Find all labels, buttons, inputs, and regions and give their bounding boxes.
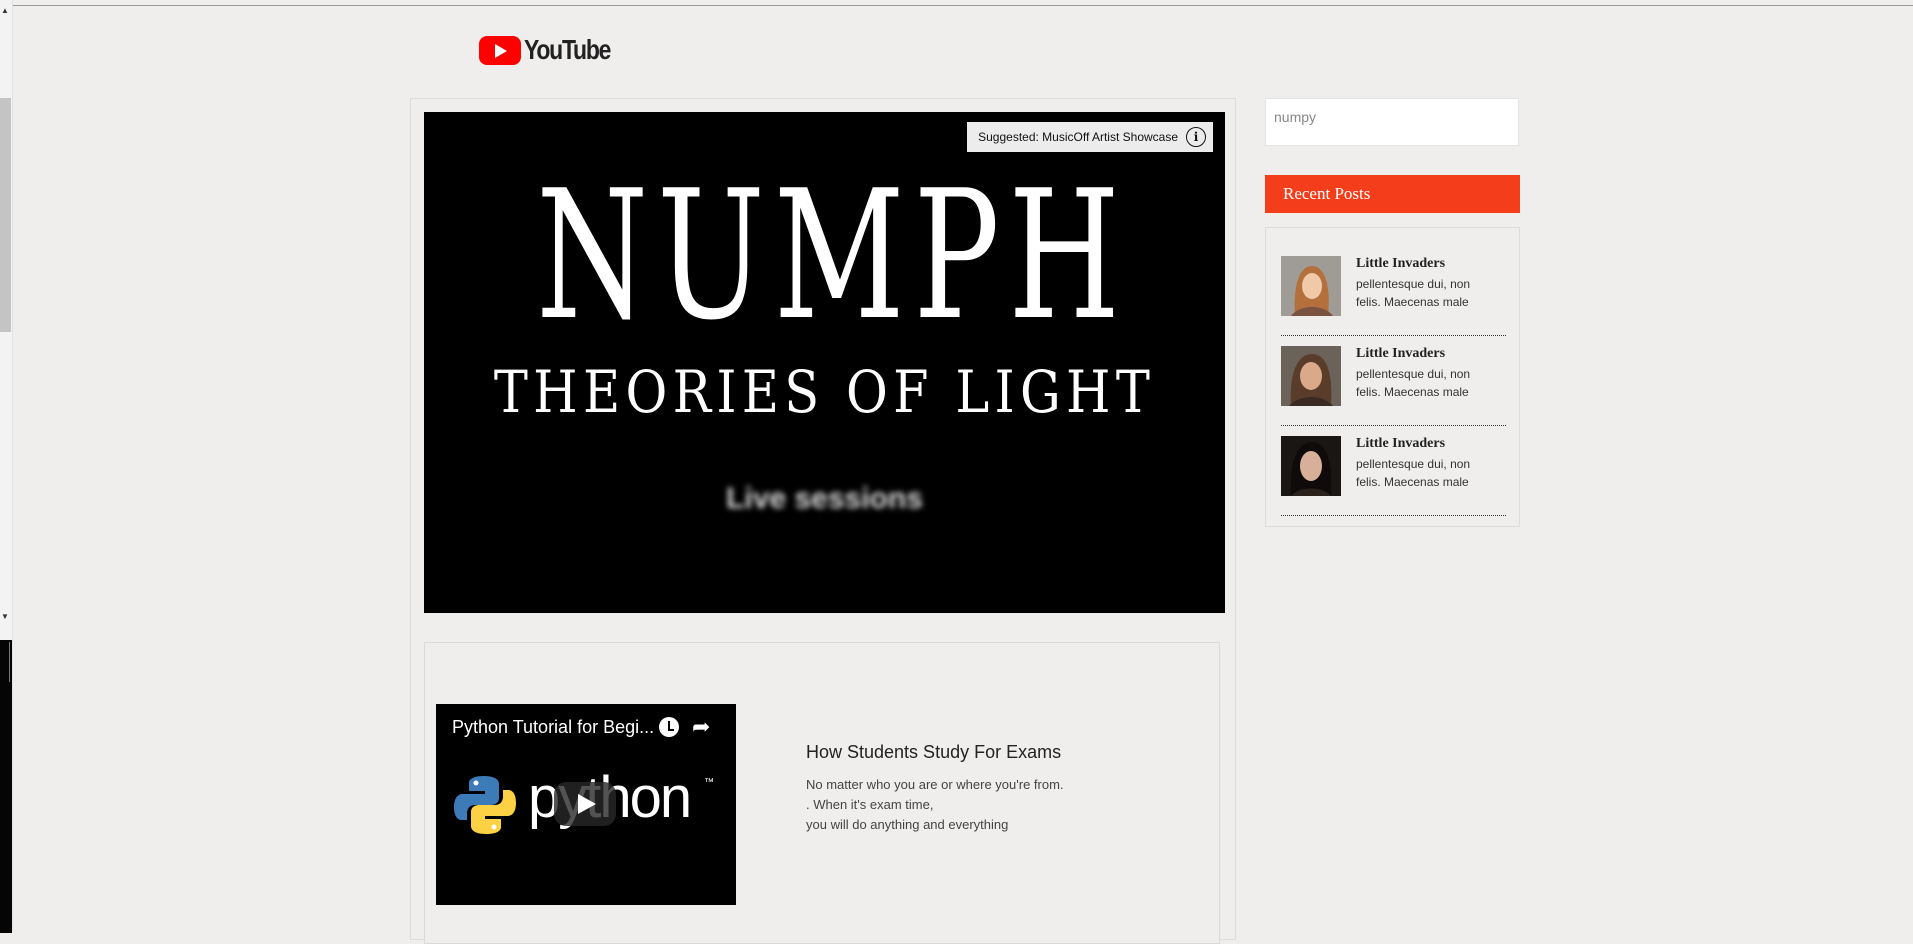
suggestion-text: Suggested: MusicOff Artist Showcase	[978, 130, 1178, 144]
scrollbar[interactable]: ▲ ▼	[0, 0, 13, 933]
post-item-excerpt: pellentesque dui, non felis. Maecenas ma…	[1356, 277, 1471, 309]
list-item[interactable]: Little Invaders pellentesque dui, non fe…	[1281, 256, 1506, 336]
recent-posts-list: Little Invaders pellentesque dui, non fe…	[1265, 227, 1520, 527]
post-item-excerpt: pellentesque dui, non felis. Maecenas ma…	[1356, 457, 1471, 489]
list-item[interactable]: Little Invaders pellentesque dui, non fe…	[1281, 436, 1506, 516]
post-thumbnail[interactable]	[1281, 256, 1341, 316]
play-icon[interactable]	[554, 782, 616, 826]
scroll-up-arrow-icon[interactable]: ▲	[1, 6, 9, 15]
trademark-symbol: ™	[704, 777, 714, 788]
recent-posts-heading: Recent Posts	[1265, 175, 1520, 213]
python-logo-icon	[454, 776, 516, 834]
post-thumbnail[interactable]	[1281, 346, 1341, 406]
post-item-title[interactable]: Little Invaders	[1356, 346, 1445, 362]
search-input[interactable]: numpy	[1265, 98, 1519, 146]
post-description: No matter who you are or where you're fr…	[806, 777, 1064, 832]
post-title[interactable]: How Students Study For Exams	[806, 742, 1061, 763]
embedded-video[interactable]: Python Tutorial for Begi... ➦ python ™	[436, 704, 736, 905]
post-item-title[interactable]: Little Invaders	[1356, 256, 1445, 272]
youtube-logo[interactable]: YouTube	[479, 34, 629, 66]
youtube-wordmark: YouTube	[524, 34, 611, 65]
scrollbar-thumb[interactable]	[0, 98, 11, 332]
video-title-numph: NUMPH	[536, 152, 1129, 359]
clock-icon[interactable]	[659, 717, 679, 737]
list-item[interactable]: Little Invaders pellentesque dui, non fe…	[1281, 346, 1506, 426]
video-caption: Live sessions	[726, 482, 923, 515]
post-thumbnail[interactable]	[1281, 436, 1341, 496]
scroll-down-arrow-icon[interactable]: ▼	[1, 612, 9, 621]
suggestion-card[interactable]: Suggested: MusicOff Artist Showcase i	[967, 122, 1213, 152]
video-subtitle: THEORIES OF LIGHT	[493, 358, 1156, 426]
share-icon[interactable]: ➦	[692, 714, 710, 740]
window-top-border	[0, 5, 1913, 6]
info-icon[interactable]: i	[1186, 127, 1206, 147]
post-item-excerpt: pellentesque dui, non felis. Maecenas ma…	[1356, 367, 1471, 399]
video-player[interactable]: Suggested: MusicOff Artist Showcase i NU…	[424, 112, 1225, 613]
adjacent-window-edge	[0, 640, 12, 933]
youtube-logo-icon	[479, 35, 521, 65]
post-item-title[interactable]: Little Invaders	[1356, 436, 1445, 452]
embedded-video-title[interactable]: Python Tutorial for Begi...	[452, 717, 654, 738]
